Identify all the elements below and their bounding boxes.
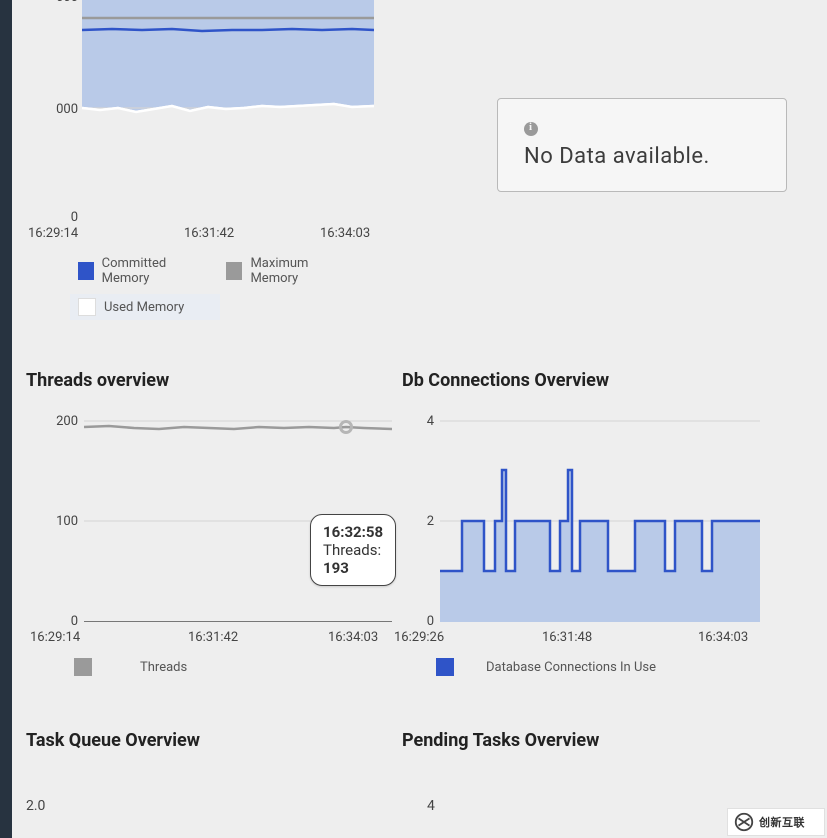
memory-xtick-2: 16:34:03 xyxy=(320,226,370,241)
memory-chart-svg xyxy=(82,0,374,220)
threads-ytick-1: 100 xyxy=(36,514,78,529)
threads-tooltip: 16:32:58 Threads: 193 xyxy=(310,514,396,586)
swatch-grey xyxy=(74,658,92,676)
threads-xtick-2: 16:34:03 xyxy=(328,630,378,645)
threads-xtick-1: 16:31:42 xyxy=(188,630,238,645)
memory-xtick-1: 16:31:42 xyxy=(184,226,234,241)
memory-chart-plot[interactable] xyxy=(82,0,374,220)
threads-hover-marker xyxy=(339,420,353,434)
db-legend: Database Connections In Use xyxy=(428,654,664,680)
watermark-icon xyxy=(731,811,757,833)
threads-xtick-0: 16:29:14 xyxy=(30,630,80,645)
threads-legend: Threads xyxy=(66,654,195,680)
swatch-blue xyxy=(78,262,94,280)
threads-ytick-2: 0 xyxy=(36,614,78,629)
legend-label: Threads xyxy=(140,660,187,675)
watermark-logo: 创新互联 xyxy=(727,808,825,836)
threads-chart-plot[interactable]: 16:32:58 Threads: 193 xyxy=(84,420,392,622)
threads-chart-panel: Threads overview 16:32:58 Threads: 193 2… xyxy=(26,370,388,391)
pending-tasks-ytick-top: 4 xyxy=(427,798,435,814)
legend-committed-memory[interactable]: Committed Memory xyxy=(70,252,210,290)
legend-db-connections[interactable]: Database Connections In Use xyxy=(428,654,664,680)
legend-maximum-memory[interactable]: Maximum Memory xyxy=(218,252,358,290)
no-data-card: No Data available. xyxy=(497,98,787,192)
no-data-message: No Data available. xyxy=(524,144,786,169)
legend-used-memory[interactable]: Used Memory xyxy=(70,294,220,320)
legend-label: Database Connections In Use xyxy=(486,660,656,675)
db-xtick-0: 16:29:26 xyxy=(394,630,444,645)
memory-ytick-2: 0 xyxy=(40,210,78,225)
swatch-white xyxy=(78,298,96,316)
task-queue-ytick-top: 2.0 xyxy=(26,798,45,814)
threads-ytick-0: 200 xyxy=(36,414,78,429)
db-chart-svg xyxy=(440,420,760,622)
tooltip-series-label: Threads: xyxy=(323,541,381,559)
tooltip-value: 193 xyxy=(323,559,349,577)
db-ytick-0: 4 xyxy=(402,414,434,429)
legend-label: Maximum Memory xyxy=(250,256,350,286)
info-icon xyxy=(524,122,538,136)
legend-threads[interactable]: Threads xyxy=(66,654,195,680)
memory-xtick-0: 16:29:14 xyxy=(28,226,78,241)
db-chart-plot[interactable] xyxy=(440,420,760,622)
sidebar-sliver xyxy=(0,0,12,838)
dashboard-content: 000 000 0 16:29:14 16:31:42 16:34:03 Com… xyxy=(12,0,827,838)
db-ytick-1: 2 xyxy=(402,514,434,529)
legend-label: Used Memory xyxy=(104,300,184,315)
db-title: Db Connections Overview xyxy=(402,370,772,391)
memory-ytick-0: 000 xyxy=(40,0,78,5)
legend-label: Committed Memory xyxy=(102,256,202,286)
swatch-blue xyxy=(436,658,454,676)
swatch-grey xyxy=(226,262,242,280)
tooltip-time: 16:32:58 xyxy=(323,523,383,541)
task-queue-title: Task Queue Overview xyxy=(26,730,200,751)
memory-legend: Committed Memory Maximum Memory Used Mem… xyxy=(70,252,380,320)
db-xtick-1: 16:31:48 xyxy=(542,630,592,645)
db-xtick-2: 16:34:03 xyxy=(698,630,748,645)
threads-title: Threads overview xyxy=(26,370,388,391)
db-connections-chart-panel: Db Connections Overview 4 2 0 16:29:26 1… xyxy=(402,370,772,391)
db-ytick-2: 0 xyxy=(402,614,434,629)
watermark-text: 创新互联 xyxy=(759,814,805,830)
memory-ytick-1: 000 xyxy=(40,102,78,117)
pending-tasks-title: Pending Tasks Overview xyxy=(402,730,599,751)
